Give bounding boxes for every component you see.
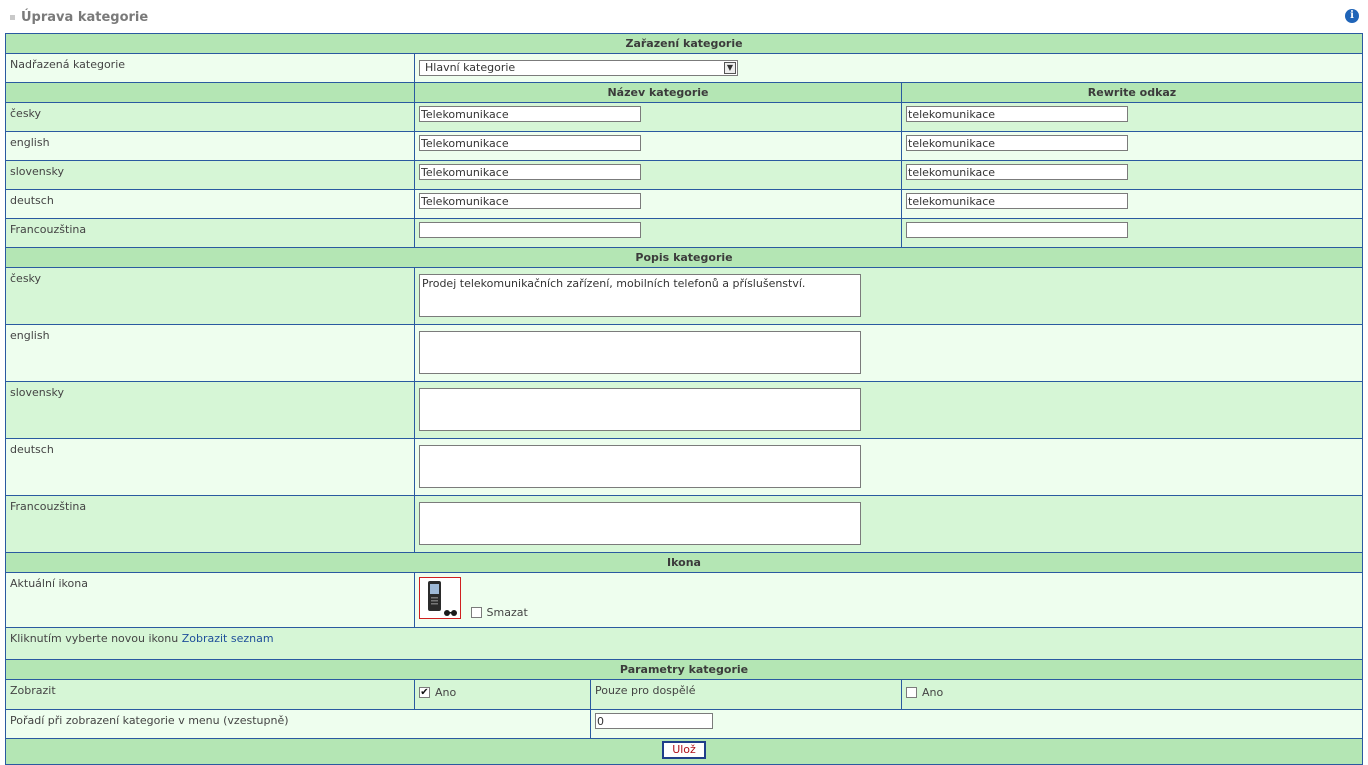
section-header-params: Parametry kategorie — [4, 659, 1364, 680]
description-textarea[interactable] — [419, 331, 861, 374]
adult-only-checkbox[interactable] — [906, 686, 917, 698]
description-row-lang: česky — [5, 267, 415, 325]
adult-only-checkbox-label: Ano — [922, 685, 944, 699]
rewrite-input[interactable] — [906, 193, 1128, 209]
page-header: Úprava kategorie — [10, 8, 148, 26]
name-row: english — [5, 131, 1364, 161]
description-textarea[interactable] — [419, 388, 861, 431]
description-row-lang: Francouzština — [5, 495, 415, 553]
section-header-zarazeni: Zařazení kategorie — [4, 33, 1364, 54]
parent-category-value: Hlavní kategorie — [425, 61, 516, 74]
adult-only-label: Pouze pro dospělé — [590, 679, 902, 710]
names-header-blank — [5, 82, 415, 103]
description-row: english — [5, 324, 1364, 382]
chevron-down-icon[interactable]: ▼ — [724, 62, 736, 74]
description-row-lang: slovensky — [5, 381, 415, 439]
save-button[interactable]: Ulož — [662, 741, 706, 759]
name-input[interactable] — [419, 106, 641, 122]
current-icon-label: Aktuální ikona — [5, 572, 415, 628]
pick-icon-text: Kliknutím vyberte novou ikonu — [10, 632, 179, 645]
name-row: deutsch — [5, 189, 1364, 219]
page-title: Úprava kategorie — [21, 9, 149, 25]
name-input[interactable] — [419, 164, 641, 180]
show-checkbox-label: Ano — [435, 685, 457, 699]
menu-order-input[interactable] — [595, 713, 713, 729]
description-textarea[interactable] — [419, 445, 861, 488]
name-row-lang: Francouzština — [5, 218, 415, 248]
parent-category-select[interactable]: Hlavní kategorie ▼ — [419, 60, 738, 76]
show-checkbox[interactable]: ✔ — [419, 686, 430, 698]
description-row-lang: deutsch — [5, 438, 415, 496]
show-icon-list-link[interactable]: Zobrazit seznam — [182, 632, 274, 645]
rewrite-input[interactable] — [906, 106, 1128, 122]
description-row: deutsch — [5, 438, 1364, 496]
mobile-phone-icon — [428, 581, 457, 616]
show-label: Zobrazit — [5, 679, 415, 710]
name-row-lang: deutsch — [5, 189, 415, 219]
rewrite-input[interactable] — [906, 135, 1128, 151]
rewrite-input[interactable] — [906, 222, 1128, 238]
category-icon-preview — [419, 577, 461, 619]
parent-category-label: Nadřazená kategorie — [5, 53, 415, 83]
description-row: slovensky — [5, 381, 1364, 439]
description-textarea[interactable]: Prodej telekomunikačních zařízení, mobil… — [419, 274, 861, 317]
description-row: Francouzština — [5, 495, 1364, 553]
delete-icon-label: Smazat — [486, 605, 528, 619]
bullet-icon — [10, 14, 15, 20]
column-header-rewrite: Rewrite odkaz — [900, 82, 1364, 103]
delete-icon-checkbox[interactable] — [470, 606, 482, 618]
section-header-description: Popis kategorie — [4, 247, 1364, 268]
name-input[interactable] — [419, 193, 641, 209]
description-textarea[interactable] — [419, 502, 861, 545]
description-row: česky Prodej telekomunikačních zařízení,… — [5, 267, 1364, 325]
name-row: Francouzština — [5, 218, 1364, 248]
category-edit-form: Zařazení kategorie Nadřazená kategorie H… — [4, 33, 1364, 765]
name-input[interactable] — [419, 135, 641, 151]
name-input[interactable] — [419, 222, 641, 238]
name-row: slovensky — [5, 160, 1364, 190]
name-row: česky — [5, 102, 1364, 132]
info-icon[interactable]: i — [1345, 9, 1359, 23]
description-row-lang: english — [5, 324, 415, 382]
name-row-lang: english — [5, 131, 415, 161]
section-header-icon: Ikona — [4, 552, 1364, 573]
menu-order-label: Pořadí při zobrazení kategorie v menu (v… — [5, 709, 591, 739]
name-row-lang: česky — [5, 102, 415, 132]
rewrite-input[interactable] — [906, 164, 1128, 180]
column-header-name: Název kategorie — [414, 82, 902, 103]
name-row-lang: slovensky — [5, 160, 415, 190]
